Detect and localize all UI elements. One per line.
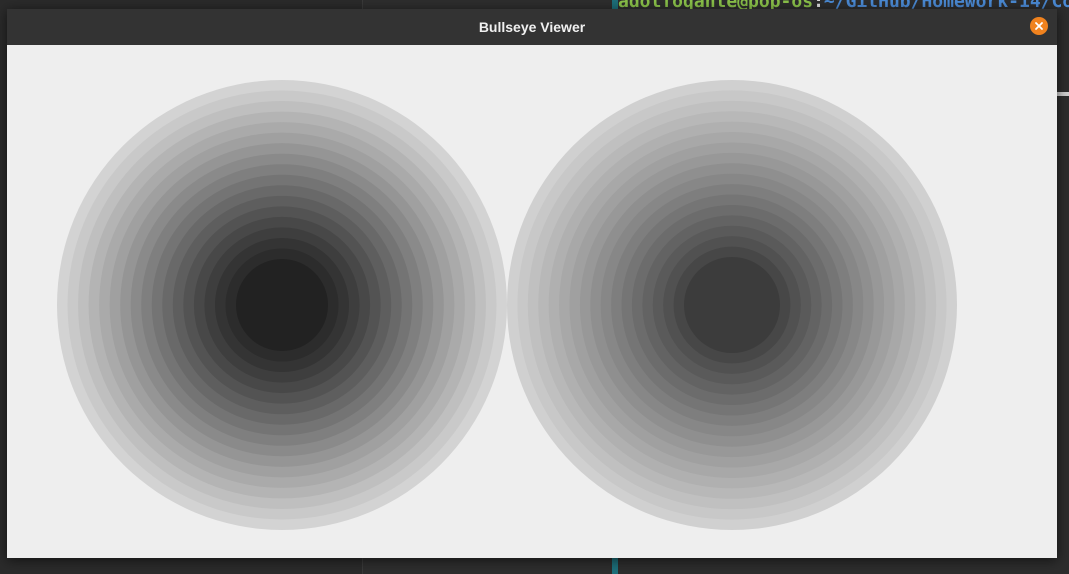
bullseye-left	[57, 80, 507, 530]
bullseye-right	[507, 80, 957, 530]
window-title: Bullseye Viewer	[478, 19, 586, 35]
bullseye-right-ring-18	[684, 257, 780, 353]
bullseye-canvas	[7, 45, 1057, 558]
terminal-scroll-mark	[1057, 92, 1069, 96]
close-icon	[1035, 22, 1043, 30]
close-button[interactable]	[1030, 17, 1048, 35]
bullseye-left-ring-18	[236, 259, 328, 351]
bullseye-drawing	[57, 80, 957, 530]
app-window: Bullseye Viewer	[7, 9, 1057, 558]
titlebar[interactable]: Bullseye Viewer	[7, 9, 1057, 45]
